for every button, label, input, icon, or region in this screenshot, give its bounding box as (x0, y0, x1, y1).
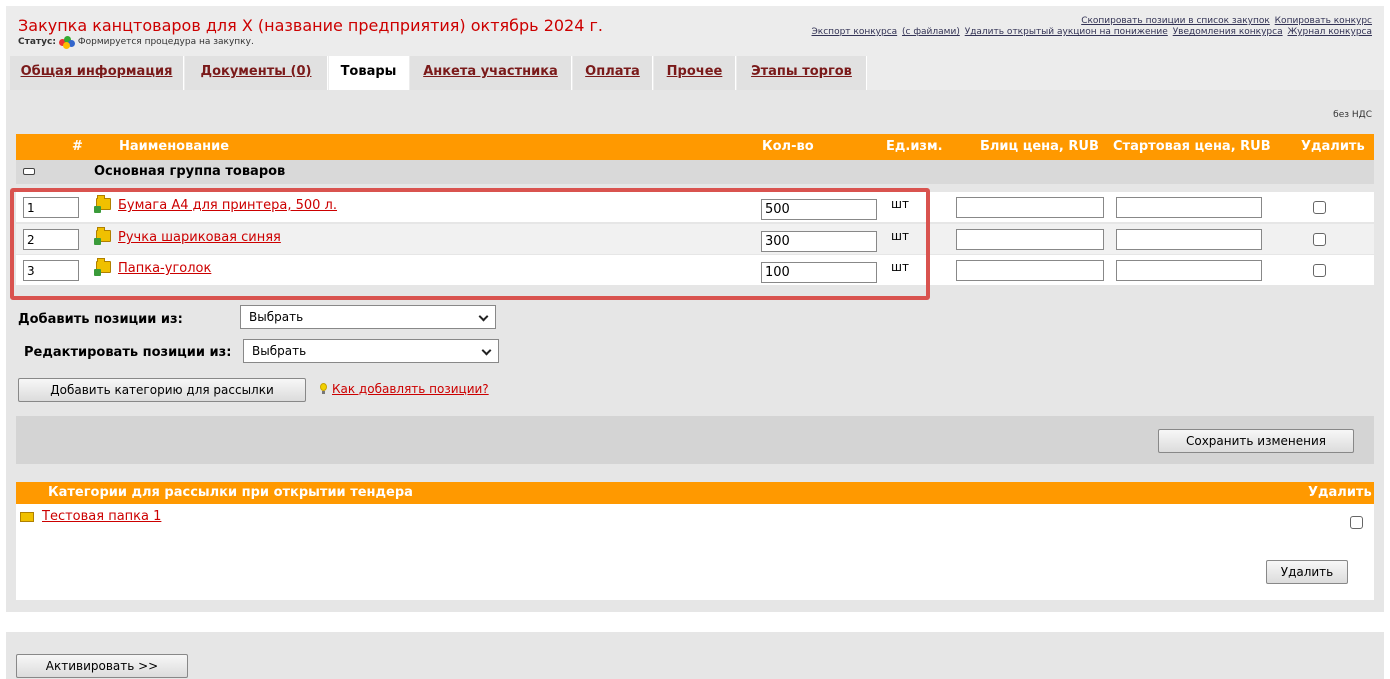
tab-bar: Общая информация Документы (0) Товары Ан… (6, 56, 1384, 92)
edit-positions-select[interactable]: Выбрать (243, 339, 499, 363)
start-price-input[interactable] (1116, 197, 1262, 218)
tender-log-link[interactable]: Журнал конкурса (1287, 27, 1372, 37)
folder-add-icon (94, 227, 111, 245)
position-number-input[interactable] (23, 229, 79, 250)
edit-positions-label: Редактировать позиции из: (24, 345, 232, 360)
col-start-price: Стартовая цена, RUB (1113, 139, 1271, 154)
goods-table-header: # Наименование Кол-во Ед.изм. Блиц цена,… (16, 134, 1374, 160)
status-label: Статус: (18, 37, 56, 47)
edit-positions-value: Выбрать (252, 344, 307, 358)
category-delete-checkbox[interactable] (1350, 516, 1363, 529)
chevron-down-icon (478, 311, 489, 322)
add-category-button[interactable]: Добавить категорию для рассылки (18, 378, 306, 402)
tab-payment[interactable]: Оплата (573, 56, 653, 90)
tender-notifications-link[interactable]: Уведомления конкурса (1173, 27, 1283, 37)
delete-category-button[interactable]: Удалить (1266, 560, 1348, 584)
quantity-input[interactable] (761, 199, 877, 220)
save-area: Сохранить изменения (16, 416, 1374, 464)
item-name-link[interactable]: Ручка шариковая синяя (118, 230, 281, 245)
col-name: Наименование (119, 139, 230, 154)
activate-button[interactable]: Активировать >> (16, 654, 188, 678)
header-actions: Скопировать позиции в список закупок Коп… (810, 16, 1372, 38)
group-name: Основная группа товаров (94, 164, 286, 179)
copy-positions-link[interactable]: Скопировать позиции в список закупок (1081, 16, 1270, 26)
delete-auction-link[interactable]: Удалить открытый аукцион на понижение (965, 27, 1168, 37)
start-price-input[interactable] (1116, 229, 1262, 250)
goods-panel: без НДС # Наименование Кол-во Ед.изм. Бл… (6, 90, 1384, 612)
procurement-header: Закупка канцтоваров для Х (название пред… (6, 6, 1384, 56)
col-unit: Ед.изм. (886, 139, 943, 154)
tab-documents[interactable]: Документы (0) (185, 56, 328, 90)
lightbulb-icon (319, 383, 328, 394)
export-tender-link[interactable]: Экспорт конкурса (812, 27, 898, 37)
save-changes-button[interactable]: Сохранить изменения (1158, 429, 1354, 453)
page-title: Закупка канцтоваров для Х (название пред… (18, 16, 603, 35)
position-number-input[interactable] (23, 197, 79, 218)
tab-general-info[interactable]: Общая информация (10, 56, 184, 90)
blitz-price-input[interactable] (956, 260, 1104, 281)
col-delete: Удалить (1301, 139, 1365, 154)
delete-checkbox[interactable] (1313, 201, 1326, 214)
item-name-link[interactable]: Бумага А4 для принтера, 500 л. (118, 198, 337, 213)
categories-delete-col: Удалить (1308, 485, 1372, 500)
table-row: Бумага А4 для принтера, 500 л. шт (16, 192, 1374, 222)
export-with-files-link[interactable]: (с файлами) (902, 27, 960, 37)
quantity-input[interactable] (761, 231, 877, 252)
collapse-toggle-icon[interactable] (23, 168, 35, 175)
add-positions-select[interactable]: Выбрать (240, 305, 496, 329)
tab-goods[interactable]: Товары (329, 56, 409, 92)
delete-checkbox[interactable] (1313, 233, 1326, 246)
categories-header: Категории для рассылки при открытии тенд… (16, 482, 1374, 504)
status-text: Формируется процедура на закупку. (77, 37, 254, 47)
vat-note: без НДС (1333, 110, 1372, 120)
categories-title: Категории для рассылки при открытии тенд… (48, 485, 413, 500)
bottom-bar: Активировать >> (6, 632, 1384, 679)
chevron-down-icon (481, 345, 492, 356)
blitz-price-input[interactable] (956, 229, 1104, 250)
folder-icon (20, 512, 34, 522)
unit-label: шт (891, 197, 909, 211)
categories-list: Тестовая папка 1 Удалить (16, 504, 1374, 600)
tab-other[interactable]: Прочее (654, 56, 736, 90)
item-name-link[interactable]: Папка-уголок (118, 261, 211, 276)
position-number-input[interactable] (23, 260, 79, 281)
col-qty: Кол-во (762, 139, 814, 154)
table-row: Папка-уголок шт (16, 255, 1374, 285)
category-link[interactable]: Тестовая папка 1 (42, 509, 161, 524)
folder-add-icon (94, 195, 111, 213)
tab-trade-stages[interactable]: Этапы торгов (737, 56, 867, 90)
add-positions-label: Добавить позиции из: (18, 312, 183, 327)
status-flower-icon (58, 36, 75, 49)
status-line: Статус: Формируется процедура на закупку… (18, 36, 254, 49)
quantity-input[interactable] (761, 262, 877, 283)
delete-checkbox[interactable] (1313, 264, 1326, 277)
unit-label: шт (891, 229, 909, 243)
table-row: Ручка шариковая синяя шт (16, 224, 1374, 254)
col-blitz-price: Блиц цена, RUB (980, 139, 1099, 154)
group-row: Основная группа товаров (16, 160, 1374, 184)
tab-participant-form[interactable]: Анкета участника (410, 56, 572, 90)
help-link[interactable]: Как добавлять позиции? (332, 382, 489, 396)
copy-tender-link[interactable]: Копировать конкурс (1275, 16, 1372, 26)
blitz-price-input[interactable] (956, 197, 1104, 218)
add-positions-value: Выбрать (249, 310, 304, 324)
folder-add-icon (94, 258, 111, 276)
col-num: # (72, 139, 83, 154)
unit-label: шт (891, 260, 909, 274)
start-price-input[interactable] (1116, 260, 1262, 281)
